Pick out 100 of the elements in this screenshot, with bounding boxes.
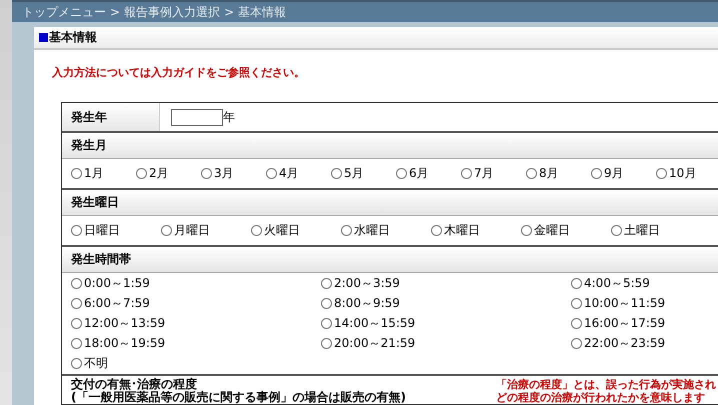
radio-option[interactable]: 3月	[201, 165, 266, 182]
option-label: 1月	[84, 165, 104, 182]
radio-button[interactable]	[396, 168, 407, 179]
option-label: 6:00～7:59	[84, 295, 150, 312]
radio-option[interactable]: 1月	[71, 165, 136, 182]
radio-button[interactable]	[161, 225, 172, 236]
radio-option[interactable]: 5月	[331, 165, 396, 182]
radio-button[interactable]	[331, 168, 342, 179]
radio-button[interactable]	[656, 168, 667, 179]
radio-option[interactable]: 8月	[526, 165, 591, 182]
radio-option[interactable]: 10月	[656, 165, 718, 182]
section-title: 基本情報	[49, 29, 97, 46]
radio-button[interactable]	[321, 278, 332, 289]
option-label: 7月	[474, 165, 494, 182]
option-label: 金曜日	[534, 222, 570, 239]
breadcrumb-link[interactable]: トップメニュー	[22, 4, 106, 20]
radio-button[interactable]	[71, 298, 82, 309]
option-label: 8月	[539, 165, 559, 182]
breadcrumb-link[interactable]: 基本情報	[238, 4, 286, 20]
option-label: 20:00～21:59	[334, 335, 416, 352]
radio-button[interactable]	[71, 225, 82, 236]
radio-button[interactable]	[251, 225, 262, 236]
breadcrumb-link[interactable]: 報告事例入力選択	[124, 4, 220, 20]
radio-option[interactable]: 6月	[396, 165, 461, 182]
option-label: 6月	[409, 165, 429, 182]
radio-button[interactable]	[321, 338, 332, 349]
option-label: 10:00～11:59	[584, 295, 666, 312]
option-label: 8:00～9:59	[334, 295, 400, 312]
option-label: 水曜日	[354, 222, 390, 239]
radio-option[interactable]: 7月	[461, 165, 526, 182]
radio-option[interactable]: 月曜日	[161, 222, 251, 239]
option-label: 土曜日	[624, 222, 660, 239]
radio-button[interactable]	[571, 278, 582, 289]
radio-button[interactable]	[591, 168, 602, 179]
row-header: 発生月	[62, 133, 718, 159]
radio-option[interactable]: 水曜日	[341, 222, 431, 239]
option-label: 不明	[84, 355, 108, 372]
radio-button[interactable]	[341, 225, 352, 236]
radio-button[interactable]	[526, 168, 537, 179]
radio-option[interactable]: 4月	[266, 165, 331, 182]
row-label: (「一般用医薬品等の販売に関する事例」の場合は販売の有無)	[71, 391, 407, 404]
option-label: 日曜日	[84, 222, 120, 239]
option-label: 2月	[149, 165, 169, 182]
radio-option[interactable]: 日曜日	[71, 222, 161, 239]
radio-button[interactable]	[521, 225, 532, 236]
radio-button[interactable]	[71, 338, 82, 349]
radio-option[interactable]: 18:00～19:59	[71, 335, 321, 352]
option-label: 5月	[344, 165, 364, 182]
radio-button[interactable]	[321, 298, 332, 309]
radio-option[interactable]: 9月	[591, 165, 656, 182]
radio-option[interactable]: 10:00～11:59	[571, 295, 718, 312]
radio-option[interactable]: 不明	[71, 355, 321, 372]
option-label: 16:00～17:59	[584, 315, 666, 332]
option-label: 14:00～15:59	[334, 315, 416, 332]
radio-button[interactable]	[136, 168, 147, 179]
option-label: 0:00～1:59	[84, 275, 150, 292]
radio-option[interactable]: 14:00～15:59	[321, 315, 571, 332]
option-label: 9月	[604, 165, 624, 182]
option-label: 18:00～19:59	[84, 335, 166, 352]
radio-option[interactable]: 4:00～5:59	[571, 275, 718, 292]
radio-option[interactable]: 金曜日	[521, 222, 611, 239]
option-label: 22:00～23:59	[584, 335, 666, 352]
option-label: 月曜日	[174, 222, 210, 239]
radio-option[interactable]: 22:00～23:59	[571, 335, 718, 352]
option-label: 4月	[279, 165, 299, 182]
option-label: 10月	[669, 165, 696, 182]
row-header: 発生時間帯	[62, 247, 718, 273]
row-header: 発生曜日	[62, 190, 718, 216]
radio-option[interactable]: 12:00～13:59	[71, 315, 321, 332]
radio-button[interactable]	[71, 168, 82, 179]
option-label: 12:00～13:59	[84, 315, 166, 332]
option-label: 3月	[214, 165, 234, 182]
radio-button[interactable]	[71, 358, 82, 369]
radio-button[interactable]	[571, 318, 582, 329]
radio-option[interactable]: 2:00～3:59	[321, 275, 571, 292]
radio-button[interactable]	[571, 298, 582, 309]
radio-button[interactable]	[201, 168, 212, 179]
notice-text: 入力方法については入力ガイドをご参照ください。	[52, 65, 306, 80]
radio-button[interactable]	[266, 168, 277, 179]
radio-option[interactable]: 16:00～17:59	[571, 315, 718, 332]
row-label: 交付の有無･治療の程度	[71, 378, 197, 391]
breadcrumb-separator: >	[110, 5, 120, 19]
option-label: 2:00～3:59	[334, 275, 400, 292]
radio-option[interactable]: 20:00～21:59	[321, 335, 571, 352]
radio-button[interactable]	[571, 338, 582, 349]
unit-label: 年	[223, 108, 235, 126]
radio-button[interactable]	[611, 225, 622, 236]
radio-button[interactable]	[431, 225, 442, 236]
year-input-field[interactable]	[171, 108, 223, 126]
radio-button[interactable]	[71, 278, 82, 289]
radio-option[interactable]: 土曜日	[611, 222, 701, 239]
radio-button[interactable]	[461, 168, 472, 179]
radio-button[interactable]	[321, 318, 332, 329]
radio-option[interactable]: 6:00～7:59	[71, 295, 321, 312]
radio-button[interactable]	[71, 318, 82, 329]
radio-option[interactable]: 木曜日	[431, 222, 521, 239]
radio-option[interactable]: 0:00～1:59	[71, 275, 321, 292]
radio-option[interactable]: 火曜日	[251, 222, 341, 239]
radio-option[interactable]: 2月	[136, 165, 201, 182]
radio-option[interactable]: 8:00～9:59	[321, 295, 571, 312]
